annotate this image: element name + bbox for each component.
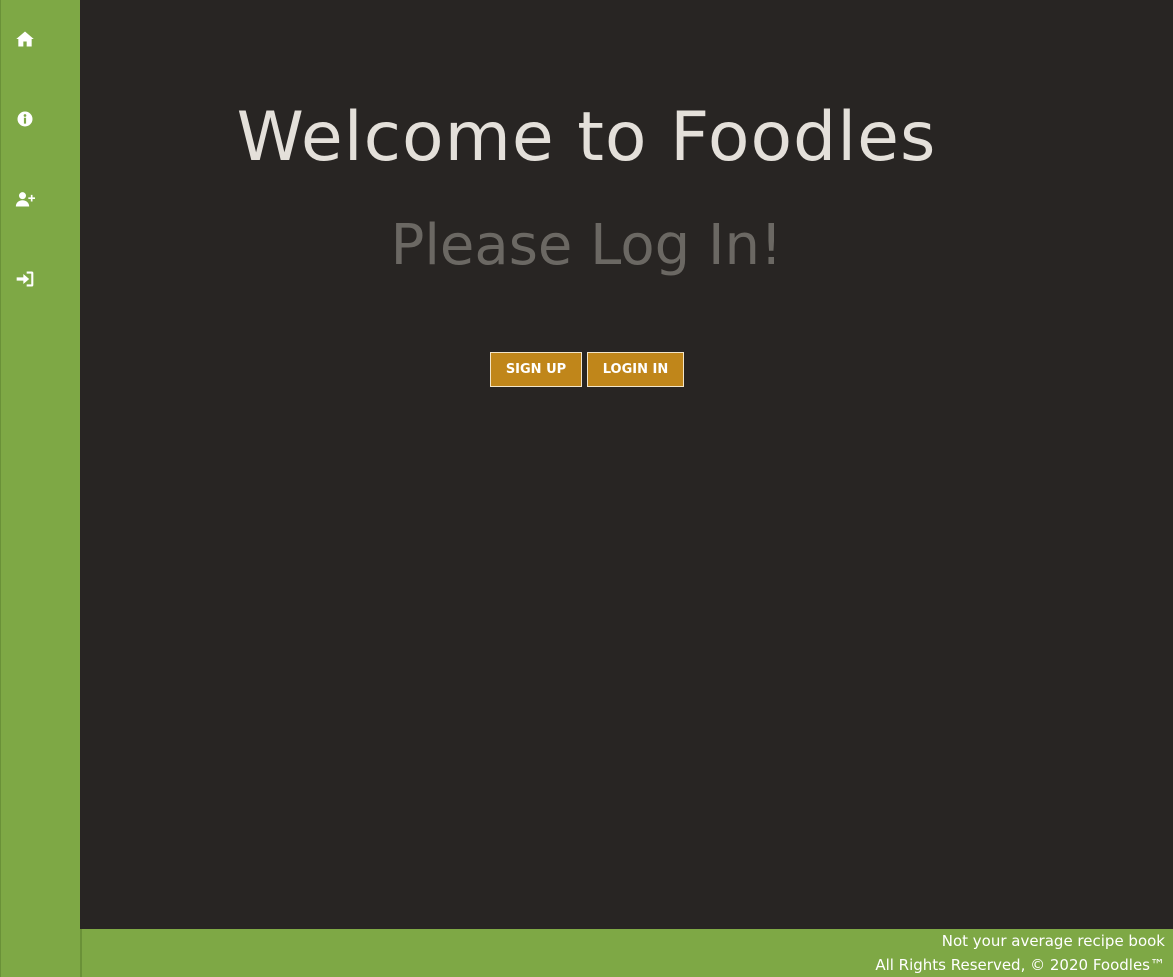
info-icon (17, 111, 33, 127)
nav-about[interactable] (13, 107, 37, 131)
nav-signup[interactable] (13, 187, 37, 211)
nav-home[interactable] (13, 27, 37, 51)
home-icon (16, 31, 34, 47)
sidebar (0, 0, 80, 977)
sign-in-icon (16, 271, 34, 287)
sign-up-button[interactable]: SIGN UP (490, 352, 582, 387)
footer: Not your average recipe book All Rights … (80, 929, 1173, 977)
page-title: Welcome to Foodles (236, 98, 937, 177)
page-subtitle: Please Log In! (390, 213, 783, 278)
login-button[interactable]: LOGIN IN (587, 352, 684, 387)
nav-login[interactable] (13, 267, 37, 291)
footer-tagline: Not your average recipe book (941, 932, 1165, 950)
user-plus-icon (15, 192, 35, 207)
footer-copyright: All Rights Reserved, © 2020 Foodles™ (875, 956, 1165, 974)
main-content: Welcome to Foodles Please Log In! SIGN U… (80, 0, 1173, 929)
